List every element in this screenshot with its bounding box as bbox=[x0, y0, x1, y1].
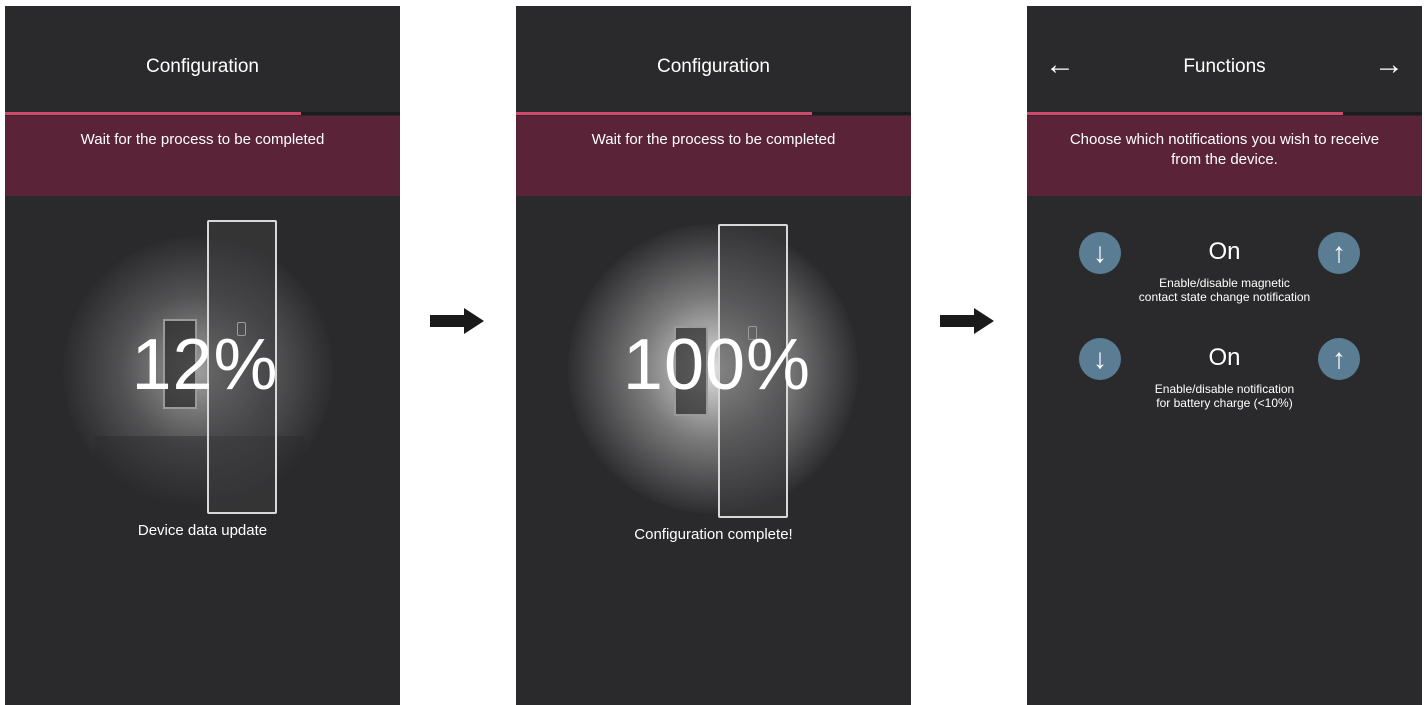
function-magnetic-contact: ↓ On ↑ Enable/disable magnetic contact s… bbox=[1027, 232, 1422, 322]
page-title: Functions bbox=[1183, 56, 1266, 77]
instruction-banner: Wait for the process to be completed bbox=[5, 116, 400, 196]
function-description-line: Enable/disable magnetic bbox=[1159, 276, 1290, 290]
function-description-line: Enable/disable notification bbox=[1154, 382, 1295, 396]
function-description-line: for battery charge (<10%) bbox=[1156, 396, 1293, 410]
arrow-up-icon: ↑ bbox=[1332, 237, 1346, 268]
function-description: Enable/disable notification for battery … bbox=[1027, 382, 1422, 410]
instruction-banner: Choose which notifications you wish to r… bbox=[1027, 116, 1422, 196]
function-description: Enable/disable magnetic contact state ch… bbox=[1027, 276, 1422, 304]
arrow-up-icon: ↑ bbox=[1332, 343, 1346, 374]
progress-fill bbox=[5, 112, 302, 115]
status-text: Configuration complete! bbox=[634, 526, 793, 543]
header: ← Functions → bbox=[1027, 6, 1422, 111]
progress-fill bbox=[1027, 112, 1343, 115]
configuration-screen-progress: Configuration Wait for the process to be… bbox=[5, 6, 400, 705]
status-text: Device data update bbox=[137, 522, 268, 539]
progress-percent: 100% bbox=[622, 325, 812, 405]
configuration-screen-complete: Configuration Wait for the process to be… bbox=[516, 6, 911, 705]
instruction-banner: Wait for the process to be completed bbox=[516, 116, 911, 196]
progress-fill bbox=[516, 112, 813, 115]
progress-bar bbox=[5, 112, 400, 115]
banner-text: Choose which notifications you wish to r… bbox=[1069, 131, 1380, 168]
progress-bar bbox=[516, 112, 911, 115]
progress-bar bbox=[1027, 112, 1422, 115]
progress-percent: 12% bbox=[131, 325, 279, 405]
forward-arrow-icon[interactable]: → bbox=[1374, 50, 1404, 80]
banner-text: Wait for the process to be completed bbox=[591, 131, 836, 148]
banner-text: Wait for the process to be completed bbox=[80, 131, 325, 148]
function-value: On bbox=[1208, 238, 1241, 265]
function-value: On bbox=[1208, 344, 1241, 371]
flow-arrow-icon bbox=[430, 308, 486, 334]
header: Configuration bbox=[5, 6, 400, 111]
function-battery-notification: ↓ On ↑ Enable/disable notification for b… bbox=[1027, 338, 1422, 428]
header: Configuration bbox=[516, 6, 911, 111]
page-title: Configuration bbox=[145, 56, 260, 77]
functions-screen: ← Functions → Choose which notifications… bbox=[1027, 6, 1422, 705]
page-title: Configuration bbox=[656, 56, 771, 77]
increase-button[interactable]: ↑ bbox=[1318, 338, 1360, 380]
function-description-line: contact state change notification bbox=[1138, 290, 1311, 304]
increase-button[interactable]: ↑ bbox=[1318, 232, 1360, 274]
flow-arrow-icon bbox=[940, 308, 996, 334]
